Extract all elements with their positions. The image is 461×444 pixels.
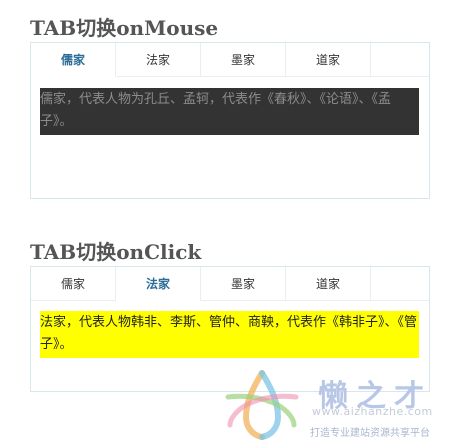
tab-mojia[interactable]: 墨家 xyxy=(201,267,286,301)
tab-content: 法家，代表人物韩非、李斯、管仲、商鞅，代表作《韩非子》、《管子》。 xyxy=(40,311,419,358)
tab-panel: 儒家 法家 墨家 道家 儒家，代表人物为孔丘、孟轲，代表作《春秋》、《论语》、《… xyxy=(30,42,430,199)
tab-bar-filler xyxy=(371,267,429,301)
tab-bar: 儒家 法家 墨家 道家 xyxy=(31,267,429,301)
star-logo-icon xyxy=(225,370,299,440)
tab-daojia[interactable]: 道家 xyxy=(286,43,371,77)
section-title: TAB切换onClick xyxy=(30,240,202,264)
tab-rujia[interactable]: 儒家 xyxy=(31,267,116,301)
tab-mojia[interactable]: 墨家 xyxy=(201,43,286,77)
tab-bar: 儒家 法家 墨家 道家 xyxy=(31,43,429,77)
tab-fajia[interactable]: 法家 xyxy=(116,267,201,301)
tab-bar-filler xyxy=(371,43,429,77)
tab-rujia[interactable]: 儒家 xyxy=(31,43,116,77)
tab-fajia[interactable]: 法家 xyxy=(116,43,201,77)
section-title: TAB切换onMouse xyxy=(30,16,219,40)
watermark: 懒之才 www.aizhanzhe.com 打造专业建站资源共享平台 xyxy=(222,369,458,441)
watermark-url: www.aizhanzhe.com xyxy=(312,405,433,418)
watermark-slogan: 打造专业建站资源共享平台 xyxy=(310,428,430,439)
tab-content: 儒家，代表人物为孔丘、孟轲，代表作《春秋》、《论语》、《孟子》。 xyxy=(40,88,419,135)
tab-section-mouse: TAB切换onMouse 儒家 法家 墨家 道家 儒家，代表人物为孔丘、孟轲，代… xyxy=(30,14,430,199)
tab-daojia[interactable]: 道家 xyxy=(286,267,371,301)
